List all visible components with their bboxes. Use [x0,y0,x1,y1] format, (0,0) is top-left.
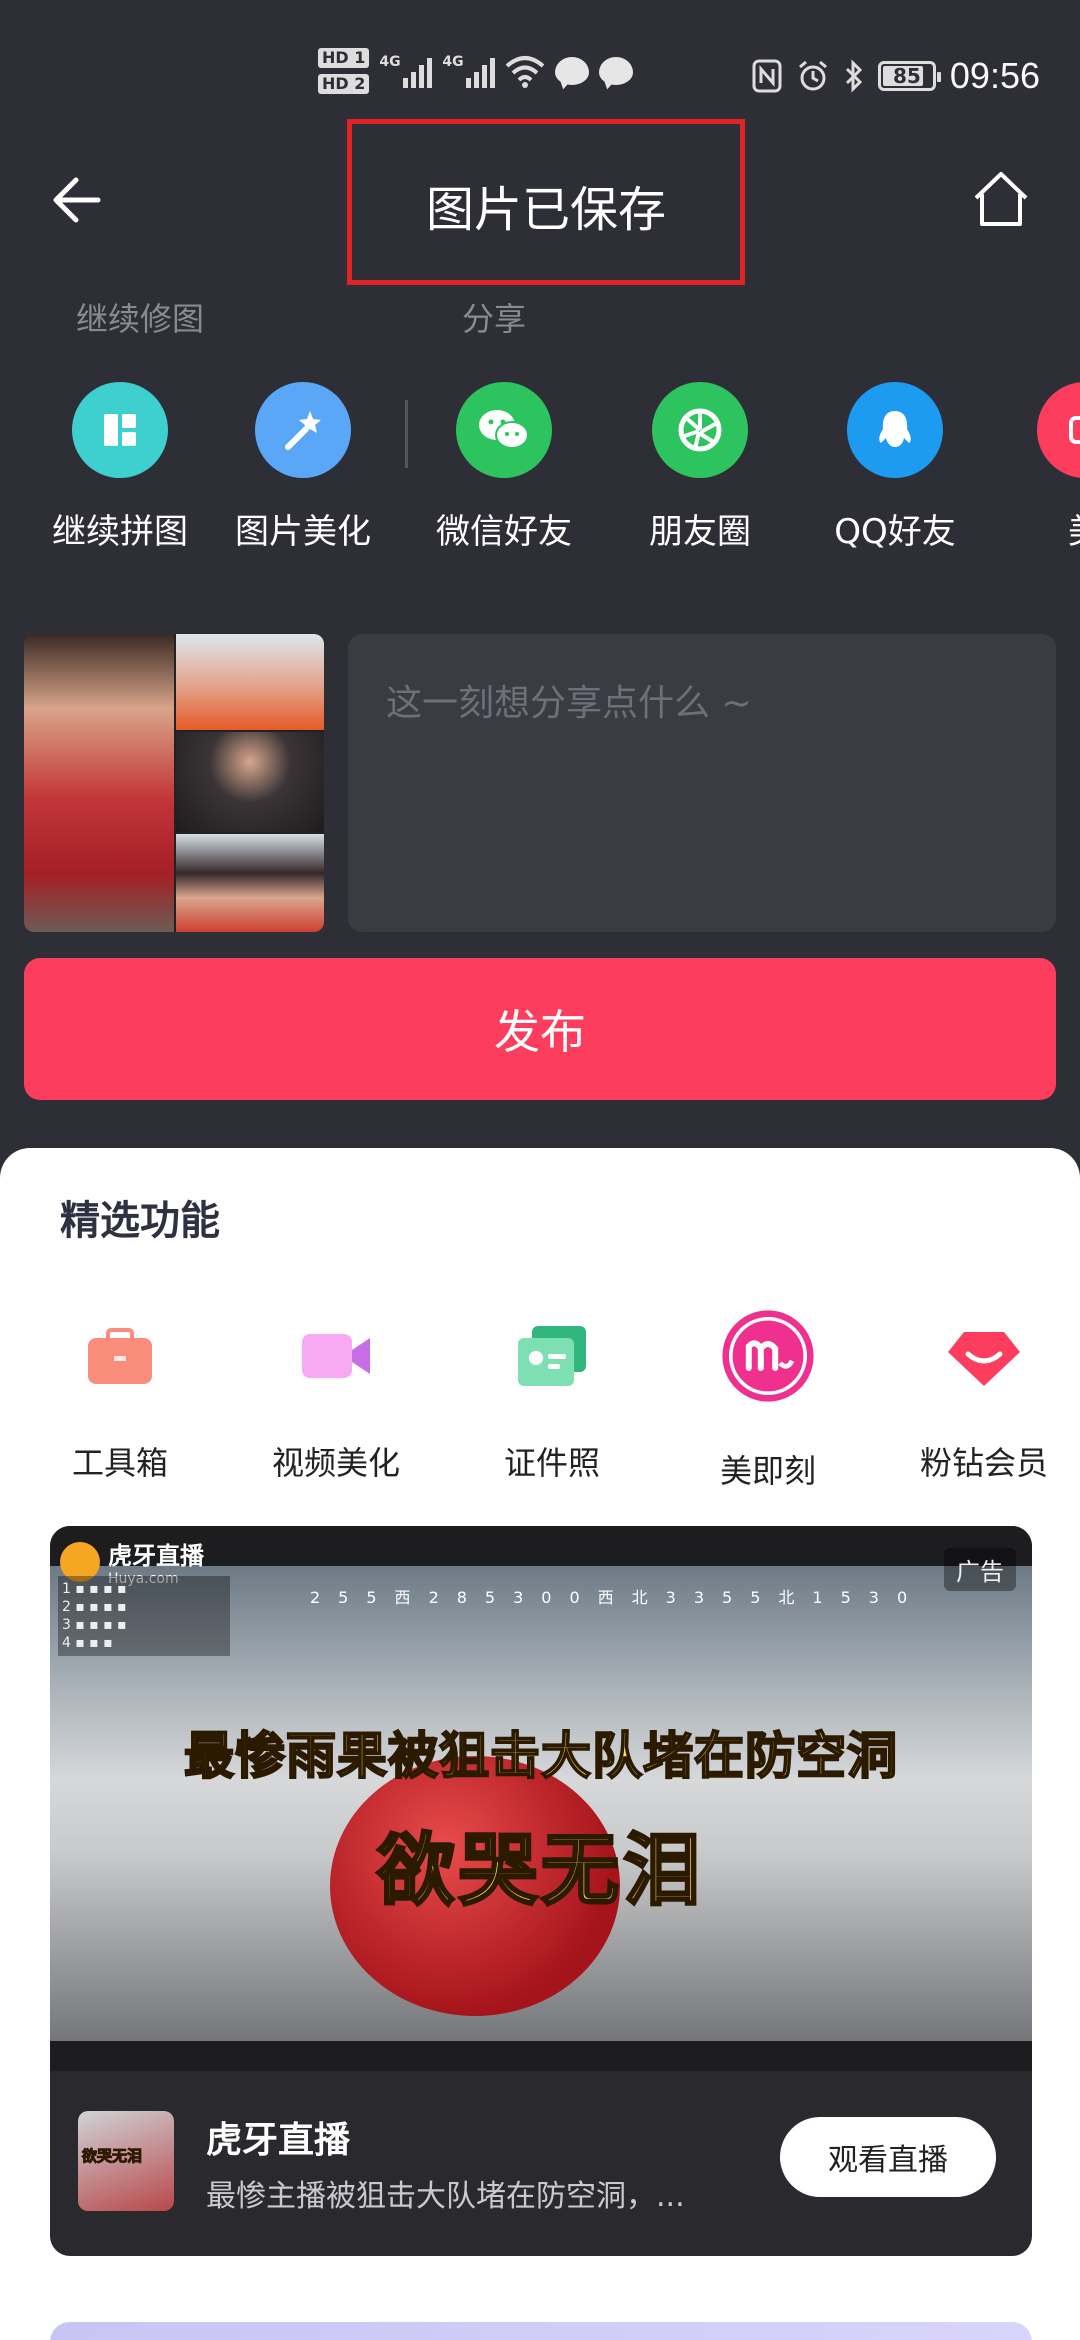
continue-edit-label: 继续修图 [76,300,205,338]
nfc-icon [752,59,782,93]
saved-photo-thumbnail[interactable] [24,634,324,932]
photo-beautify-button[interactable]: 图片美化 [213,382,393,553]
meijike-button[interactable]: 美即刻 [660,1310,876,1492]
home-icon[interactable] [970,168,1032,230]
magic-wand-icon [255,382,351,478]
battery-icon: 85 [877,61,941,91]
compass-tick: 西北 [597,1588,666,1607]
meijike-icon [722,1310,814,1402]
diamond-member-button[interactable]: 粉钻会员 [876,1316,1080,1484]
toolbox-icon [88,1328,152,1384]
ad-caption-line2: 欲哭无泪 [375,1825,705,1918]
qq-icon [847,382,943,478]
toolbox-button[interactable]: 工具箱 [12,1316,228,1484]
compass-tick: 5 [750,1588,779,1607]
divider [405,400,408,468]
share-label: 分享 [462,300,527,338]
game-compass: 255西285300西北3355北1530 [310,1584,925,1608]
compass-tick: 15 [812,1588,869,1607]
share-wechat-button[interactable]: 微信好友 [414,382,594,553]
watch-live-button[interactable]: 观看直播 [780,2117,996,2197]
wifi-icon [506,56,545,88]
id-photo-button[interactable]: 证件照 [444,1316,660,1484]
page-title: 图片已保存 [425,182,666,238]
collage-icon [72,382,168,478]
ad-card[interactable]: 虎牙直播 Huya.com 1 ▪ ▪ ▪ ▪ 2 ▪ ▪ ▪ ▪ 3 ▪ ▪ ▪ … [50,1526,1032,2256]
collage-cell-mid-right [176,732,324,832]
arrow-left-icon[interactable] [48,170,108,230]
sim-2-badge: HD 2 [318,74,370,94]
ad-info: 欲哭无泪 虎牙直播 最惨主播被狙击大队堵在防空洞，... 观看直播 [50,2071,1032,2256]
collage-cell-left [24,634,174,932]
message-icon-2 [599,57,634,85]
publish-button[interactable]: 发布 [24,958,1056,1100]
clock: 09:56 [949,55,1040,96]
ad-caption-line1: 最惨雨果被狙击大队堵在防空洞 [183,1726,898,1786]
ad-badge: 广告 [944,1548,1016,1591]
compass-tick: 285 [428,1588,514,1607]
share-qq-button[interactable]: QQ好友 [805,382,985,553]
wechat-icon [456,382,552,478]
system-indicators: 85 09:56 [752,55,1040,97]
game-hud-panel: 1 ▪ ▪ ▪ ▪ 2 ▪ ▪ ▪ ▪ 3 ▪ ▪ ▪ ▪ 4 ▪ ▪ ▪ [58,1576,230,1656]
featured-title: 精选功能 [60,1198,220,1244]
message-icon [555,57,590,85]
collage-cell-bottom-right [176,834,324,932]
top-bar: 图片已保存 [0,119,1080,285]
network-indicators: HD 1 HD 2 4G 4G [318,48,634,94]
signal-2-icon: 4G [442,54,496,88]
bluetooth-icon [845,59,863,93]
ad-app-name: 虎牙直播 [206,2120,351,2161]
share-meitu-button[interactable]: 美 [995,382,1080,553]
diamond-icon [948,1332,1020,1386]
action-share-row: 继续拼图 图片美化 微信好友 朋友圈 QQ好友 美 [0,382,1080,552]
signal-1-icon: 4G [379,54,433,88]
alarm-icon [798,60,827,91]
share-text-input[interactable]: 这一刻想分享点什么 ~ [348,634,1056,932]
ad-thumbnail: 欲哭无泪 [78,2111,174,2211]
sim-badges: HD 1 HD 2 [318,48,370,94]
meitu-icon [1037,382,1080,478]
share-text-placeholder: 这一刻想分享点什么 ~ [386,683,752,724]
id-photo-icon [518,1326,586,1386]
ad-video-preview[interactable]: 虎牙直播 Huya.com 1 ▪ ▪ ▪ ▪ 2 ▪ ▪ ▪ ▪ 3 ▪ ▪ ▪ … [50,1526,1032,2071]
compass-tick: 30 [868,1588,926,1607]
moments-icon [652,382,748,478]
compass-tick: 335 [665,1588,751,1607]
ad-description: 最惨主播被狙击大队堵在防空洞，... [206,2179,685,2214]
compass-tick: 西 [394,1588,429,1607]
video-camera-icon [302,1334,370,1378]
video-beautify-button[interactable]: 视频美化 [228,1316,444,1484]
continue-collage-button[interactable]: 继续拼图 [30,382,210,553]
next-card-peek [50,2322,1032,2340]
compass-tick: 255 [310,1588,395,1607]
share-moments-button[interactable]: 朋友圈 [610,382,790,553]
compass-tick: 300 [513,1588,598,1607]
featured-sheet: 精选功能 工具箱 视频美化 证件照 美即刻 粉钻会员 虎牙直播 Huya.com… [0,1148,1080,2340]
collage-cell-top-right [176,634,324,730]
sim-1-badge: HD 1 [318,48,370,68]
compass-tick: 北 [778,1588,813,1607]
